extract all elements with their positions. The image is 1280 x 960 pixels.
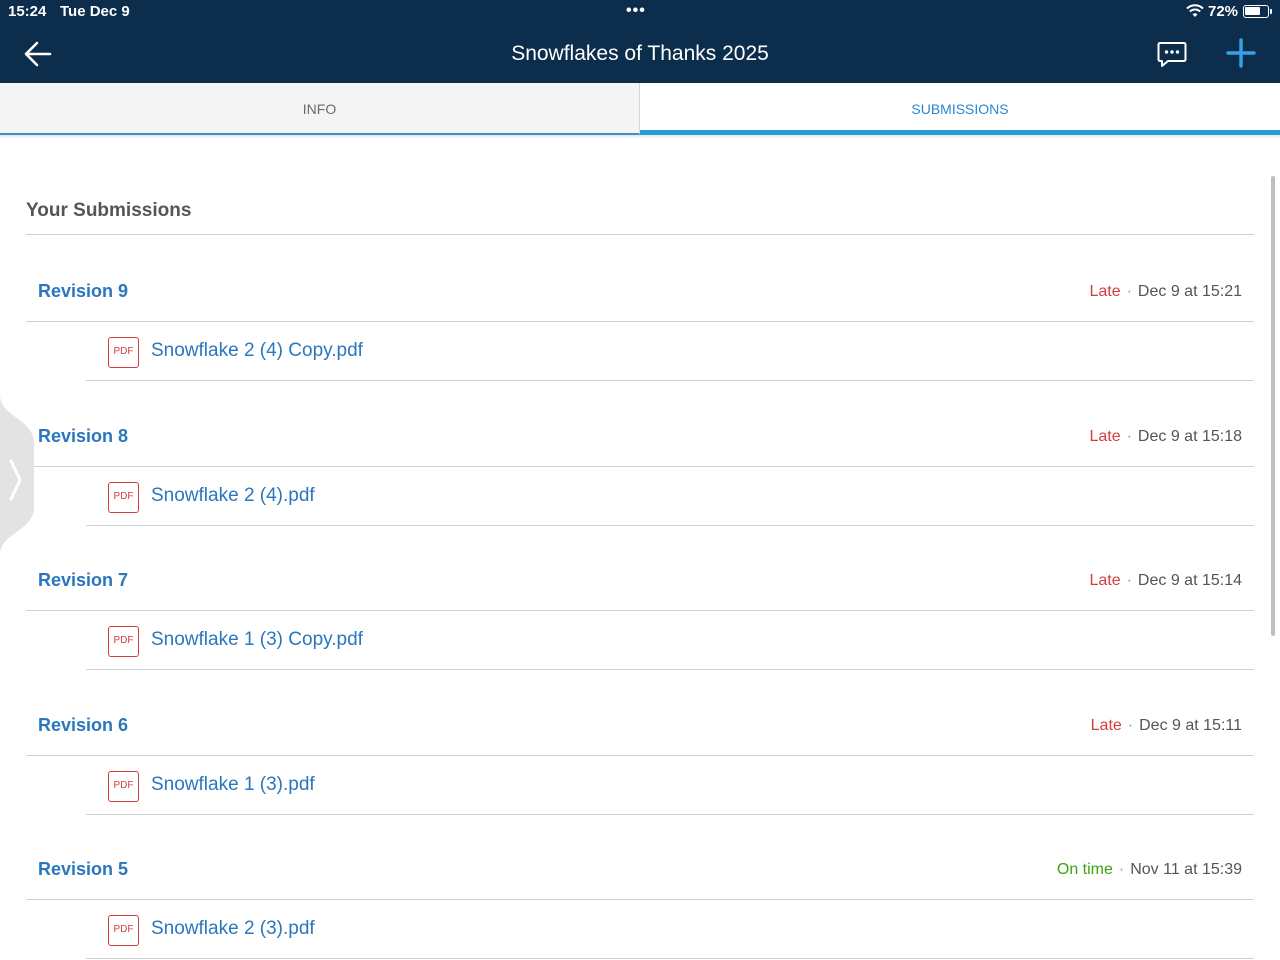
submission-date: Dec 9 at 15:18	[1137, 428, 1242, 445]
app-header: 15:24 Tue Dec 9 ••• 72% Snowflakes of Th…	[0, 0, 1280, 83]
file-row[interactable]: PDF Snowflake 1 (3).pdf	[86, 756, 1254, 815]
revision-meta: Late · Dec 9 at 15:11	[1091, 717, 1242, 735]
scrollbar[interactable]	[1271, 176, 1275, 636]
revision-meta: Late · Dec 9 at 15:18	[1089, 428, 1242, 446]
divider	[86, 525, 1254, 526]
divider	[86, 958, 1254, 959]
file-name-link[interactable]: Snowflake 1 (3).pdf	[151, 774, 315, 796]
chevron-right-icon	[0, 395, 34, 555]
revision-group: Revision 8 Late · Dec 9 at 15:18 PDF Snowf…	[0, 406, 1280, 551]
status-bar: 15:24 Tue Dec 9 ••• 72%	[0, 0, 1280, 24]
tab-info[interactable]: INFO	[0, 83, 640, 135]
revision-meta: Late · Dec 9 at 15:14	[1089, 572, 1242, 590]
separator-dot: ·	[1126, 572, 1132, 589]
page-title: Snowflakes of Thanks 2025	[511, 42, 769, 65]
status-badge: Late	[1090, 717, 1122, 734]
plus-icon	[1226, 38, 1256, 68]
status-badge: On time	[1056, 861, 1113, 878]
multitasking-dots-icon[interactable]: •••	[626, 2, 646, 20]
battery-percent: 72%	[1208, 3, 1239, 20]
pdf-file-icon: PDF	[108, 771, 139, 802]
revision-group: Revision 5 On time · Nov 11 at 15:39 PDF S…	[0, 839, 1280, 960]
revision-meta: On time · Nov 11 at 15:39	[1057, 861, 1242, 879]
separator-dot: ·	[1118, 861, 1125, 878]
file-row[interactable]: PDF Snowflake 2 (4).pdf	[86, 467, 1254, 526]
divider	[86, 669, 1254, 670]
battery-icon	[1243, 5, 1272, 18]
revision-label[interactable]: Revision 7	[38, 570, 128, 591]
revision-group: Revision 6 Late · Dec 9 at 15:11 PDF Snowf…	[0, 695, 1280, 840]
pdf-file-icon: PDF	[108, 626, 139, 657]
file-name-link[interactable]: Snowflake 1 (3) Copy.pdf	[151, 629, 363, 651]
revision-label[interactable]: Revision 9	[38, 281, 128, 302]
status-badge: Late	[1089, 283, 1121, 300]
wifi-icon	[1186, 4, 1204, 22]
comment-bubble-icon	[1157, 42, 1187, 67]
file-name-link[interactable]: Snowflake 2 (4).pdf	[151, 485, 315, 507]
submission-date: Dec 9 at 15:21	[1137, 283, 1242, 300]
submission-date: Nov 11 at 15:39	[1130, 861, 1242, 878]
tab-bar: INFO SUBMISSIONS	[0, 83, 1280, 135]
revision-label[interactable]: Revision 8	[38, 426, 128, 447]
revision-meta: Late · Dec 9 at 15:21	[1089, 283, 1242, 301]
status-time: 15:24	[8, 3, 47, 20]
tab-submissions[interactable]: SUBMISSIONS	[640, 83, 1280, 135]
file-row[interactable]: PDF Snowflake 2 (4) Copy.pdf	[86, 322, 1254, 381]
submissions-list: Your Submissions Revision 9 Late · Dec 9 a…	[0, 139, 1280, 960]
file-row[interactable]: PDF Snowflake 2 (3).pdf	[86, 900, 1254, 959]
separator-dot: ·	[1126, 428, 1132, 445]
pdf-file-icon: PDF	[108, 482, 139, 513]
add-submission-button[interactable]	[1224, 36, 1258, 70]
submission-date: Dec 9 at 15:11	[1139, 717, 1242, 734]
status-badge: Late	[1089, 572, 1121, 589]
pdf-file-icon: PDF	[108, 337, 139, 368]
separator-dot: ·	[1127, 717, 1134, 734]
comments-button[interactable]	[1156, 38, 1188, 70]
status-date: Tue Dec 9	[60, 3, 130, 20]
divider	[86, 814, 1254, 815]
back-button[interactable]	[22, 38, 54, 70]
revision-group: Revision 9 Late · Dec 9 at 15:21 PDF Snowf…	[0, 261, 1280, 406]
status-badge: Late	[1089, 428, 1121, 445]
revision-group: Revision 7 Late · Dec 9 at 15:14 PDF Snowf…	[0, 550, 1280, 695]
file-name-link[interactable]: Snowflake 2 (3).pdf	[151, 918, 315, 940]
side-panel-handle[interactable]	[0, 395, 34, 555]
revision-label[interactable]: Revision 6	[38, 715, 128, 736]
arrow-left-icon	[24, 41, 52, 67]
revision-label[interactable]: Revision 5	[38, 859, 128, 880]
pdf-file-icon: PDF	[108, 915, 139, 946]
submission-date: Dec 9 at 15:14	[1137, 572, 1242, 589]
divider	[26, 234, 1254, 235]
divider	[86, 380, 1254, 381]
section-title: Your Submissions	[26, 200, 192, 221]
file-name-link[interactable]: Snowflake 2 (4) Copy.pdf	[151, 340, 363, 362]
file-row[interactable]: PDF Snowflake 1 (3) Copy.pdf	[86, 611, 1254, 670]
separator-dot: ·	[1126, 283, 1132, 300]
